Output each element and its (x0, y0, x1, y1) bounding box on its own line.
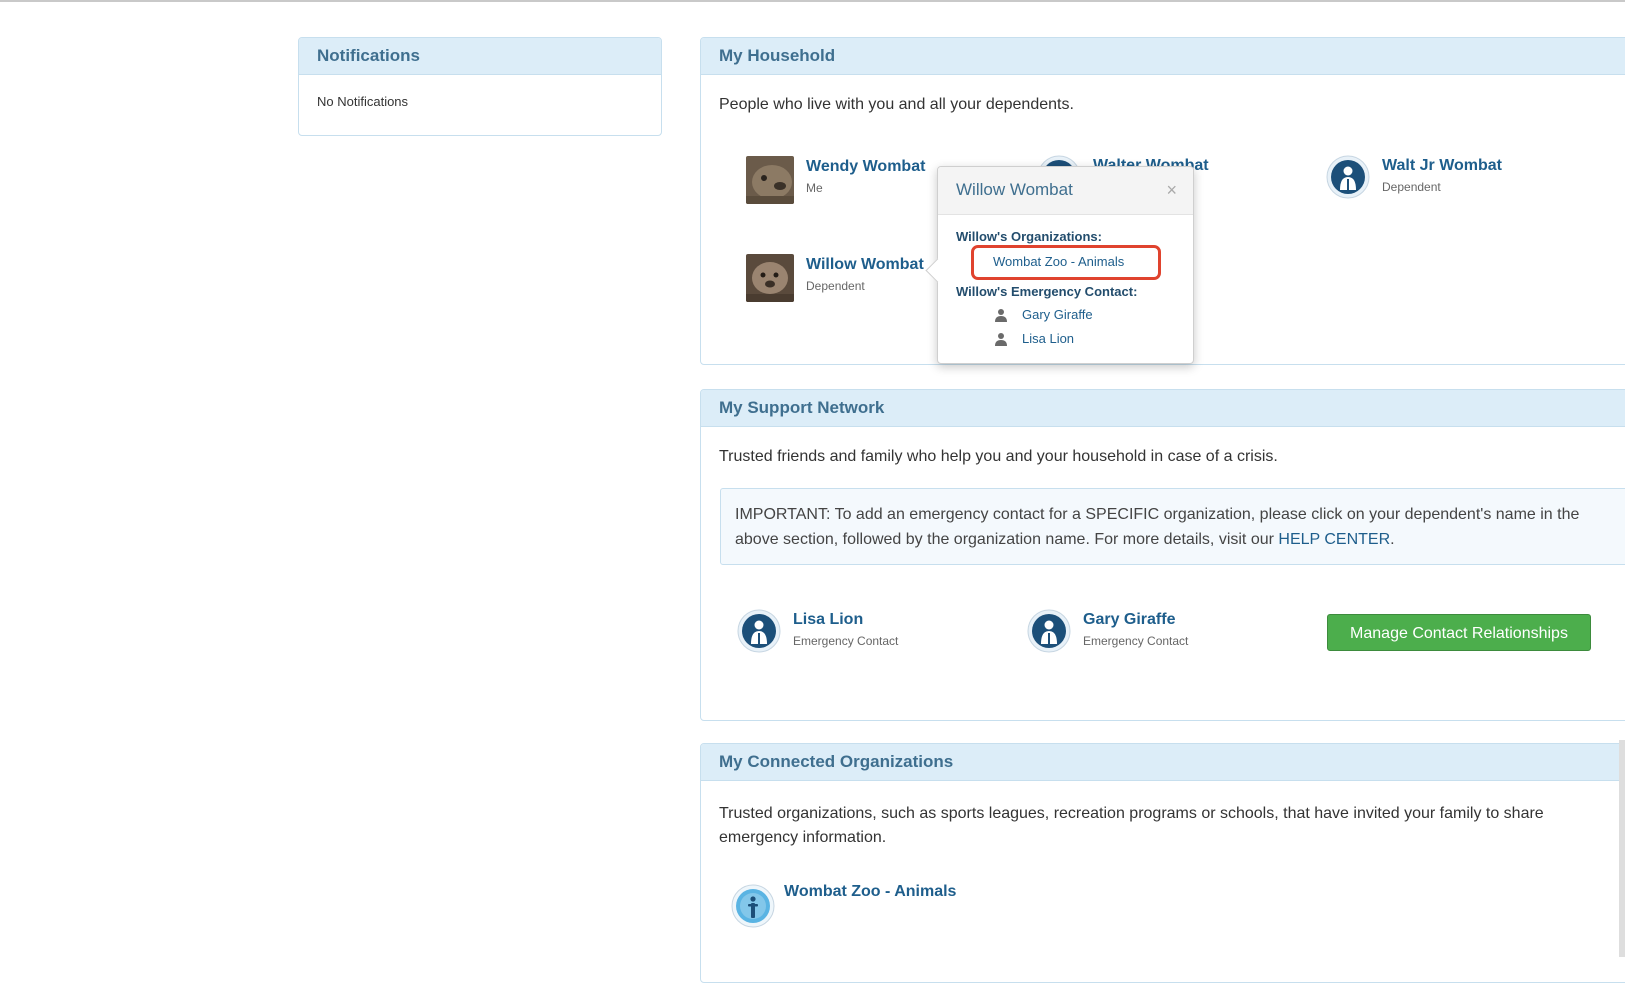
notice-text: IMPORTANT: To add an emergency contact f… (735, 506, 1580, 548)
support-description: Trusted friends and family who help you … (719, 448, 1278, 465)
household-title: My Household (701, 38, 1625, 75)
close-icon[interactable]: × (1166, 167, 1177, 213)
notifications-panel: Notifications No Notifications (298, 37, 662, 136)
member-name[interactable]: Willow Wombat (806, 255, 924, 275)
contact-name[interactable]: Gary Giraffe (1083, 610, 1188, 630)
household-member-wendy[interactable]: Wendy Wombat Me (746, 156, 925, 204)
popover-orgs-label: Willow's Organizations: (956, 229, 1102, 244)
person-avatar-icon (737, 609, 781, 653)
household-member-willow[interactable]: Willow Wombat Dependent (746, 254, 924, 302)
top-border (0, 0, 1625, 2)
member-role: Me (806, 181, 823, 195)
organization-icon (731, 884, 775, 928)
member-role: Dependent (1382, 180, 1441, 194)
contact-role: Emergency Contact (1083, 634, 1189, 648)
popover-title: Willow Wombat (956, 180, 1073, 199)
organizations-panel: My Connected Organizations (700, 743, 1625, 983)
support-title: My Support Network (701, 390, 1625, 427)
household-member-walt-jr[interactable]: Walt Jr Wombat Dependent (1326, 155, 1502, 199)
organization-name[interactable]: Wombat Zoo - Animals (784, 882, 956, 902)
person-avatar-icon (1326, 155, 1370, 199)
member-role: Dependent (806, 279, 865, 293)
support-contact-gary[interactable]: Gary Giraffe Emergency Contact (1027, 609, 1188, 653)
contact-name[interactable]: Lisa Lion (793, 610, 898, 630)
scrollbar[interactable] (1619, 740, 1625, 957)
notice-end: . (1390, 531, 1395, 548)
popover-contact-link[interactable]: Gary Giraffe (1022, 307, 1093, 322)
organization-item[interactable]: Wombat Zoo - Animals (731, 882, 956, 928)
popover-org-link[interactable]: Wombat Zoo - Animals (993, 254, 1124, 269)
popover-contacts-label: Willow's Emergency Contact: (956, 284, 1138, 299)
contact-role: Emergency Contact (793, 634, 899, 648)
person-icon (995, 333, 1007, 346)
help-center-link[interactable]: HELP CENTER (1278, 531, 1390, 548)
organizations-description: Trusted organizations, such as sports le… (719, 805, 1544, 846)
member-popover: Willow Wombat × Willow's Organizations: … (925, 166, 1194, 364)
willow-photo (746, 254, 794, 302)
person-avatar-icon (1027, 609, 1071, 653)
organizations-title: My Connected Organizations (701, 744, 1625, 781)
notifications-message: No Notifications (317, 94, 409, 109)
support-contact-lisa[interactable]: Lisa Lion Emergency Contact (737, 609, 898, 653)
popover-contact-link[interactable]: Lisa Lion (1022, 331, 1074, 346)
household-description: People who live with you and all your de… (719, 96, 1074, 113)
member-name[interactable]: Wendy Wombat (806, 157, 925, 177)
wendy-photo (746, 156, 794, 204)
notifications-title: Notifications (299, 38, 661, 75)
person-icon (995, 309, 1007, 322)
member-name[interactable]: Walt Jr Wombat (1382, 156, 1502, 176)
important-notice: IMPORTANT: To add an emergency contact f… (720, 488, 1625, 565)
manage-contact-relationships-button[interactable]: Manage Contact Relationships (1327, 614, 1591, 651)
